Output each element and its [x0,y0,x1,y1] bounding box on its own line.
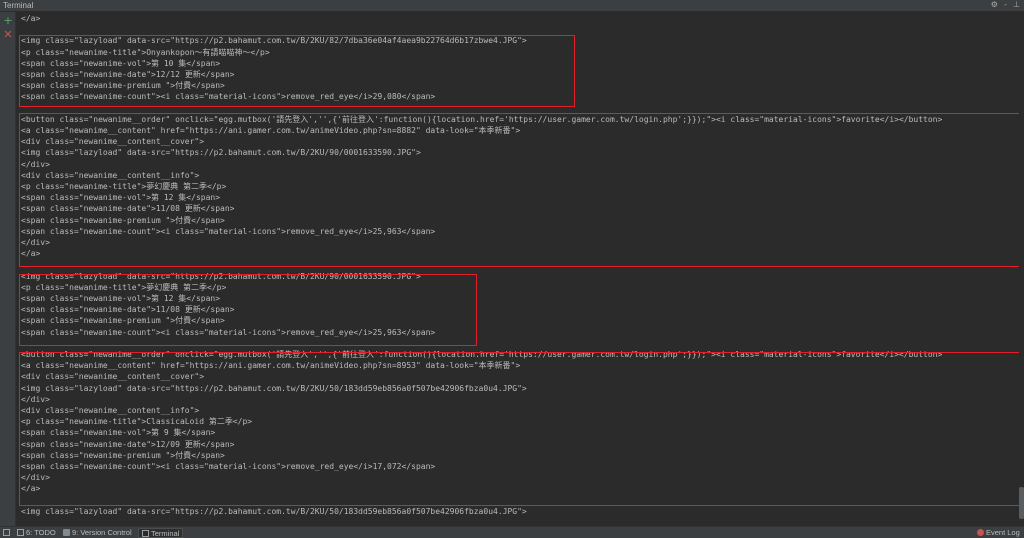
event-log-button[interactable]: Event Log [974,528,1023,538]
event-log-badge-icon [977,529,984,536]
terminal-line: <span class="newanime-count"><i class="m… [21,226,436,236]
event-log-label: Event Log [986,528,1020,537]
new-session-plus-icon[interactable]: + [3,15,13,26]
terminal-line: </div> [21,159,50,169]
close-session-icon[interactable]: ✕ [3,29,13,40]
header-icons: ⚙ - ⊥ [987,0,1020,9]
terminal-line: </a> [21,14,41,23]
tool-windows-menu-icon[interactable] [3,529,10,536]
terminal-line: </a> [21,249,41,259]
terminal-line: <a class="newanime__content" href="https… [21,361,521,371]
terminal-line: <div class="newanime__content__info"> [21,170,200,180]
terminal-output[interactable]: <img class="lazyload" data-src="https://… [17,12,1019,526]
tool-window-title: Terminal [3,1,34,10]
terminal-line: <span class="newanime-count"><i class="m… [21,462,436,471]
scrollbar-thumb[interactable] [1019,487,1024,519]
terminal-toolbar: + ✕ [0,12,16,526]
tool-window-header: Terminal ⚙ - ⊥ [0,0,1024,12]
terminal-line: <span class="newanime-premium ">付費</span… [21,316,225,326]
tab-version-control[interactable]: 9: Version Control [60,528,135,538]
terminal-line: <p class="newanime-title">ClassicaLoid 第… [21,417,253,427]
terminal-line: <a class="newanime__content" href="https… [21,126,521,135]
tab-version-control-label: 9: Version Control [72,528,132,537]
terminal-line: <div class="newanime__content__cover"> [21,137,205,147]
terminal-line: <span class="newanime-count"><i class="m… [21,92,436,102]
terminal-line: <span class="newanime-vol">第 10 集</span> [21,58,221,68]
terminal-line: <span class="newanime-premium ">付費</span… [21,215,225,225]
minimize-icon[interactable]: - [1004,0,1007,9]
version-control-icon [63,529,70,536]
tab-terminal[interactable]: Terminal [138,528,184,538]
terminal-line: <img class="lazyload" data-src="https://… [21,506,527,516]
terminal-line: <span class="newanime-premium ">付費</span… [21,450,225,460]
terminal-line: <span class="newanime-vol">第 12 集</span> [21,294,221,303]
terminal-line: <div class="newanime__content__info"> [21,406,200,415]
terminal-line: <span class="newanime-date">11/08 更新</sp… [21,204,235,214]
vertical-scrollbar[interactable] [1019,12,1024,526]
terminal-line: <p class="newanime-title">Onyankopon～有請喵… [21,47,270,57]
terminal-line: <button class="newanime__order" onclick=… [21,350,943,359]
terminal-line: <span class="newanime-date">11/08 更新</sp… [21,305,235,315]
terminal-line: </div> [21,473,50,483]
terminal-line: <img class="lazyload" data-src="https://… [21,271,421,281]
terminal-line: <img class="lazyload" data-src="https://… [21,36,527,46]
gear-icon[interactable]: ⚙ [991,0,998,9]
terminal-line: <img class="lazyload" data-src="https://… [21,148,421,158]
terminal-line: <span class="newanime-date">12/12 更新</sp… [21,70,235,79]
terminal-line: <img class="lazyload" data-src="https://… [21,383,527,393]
terminal-line: <div class="newanime__content__cover"> [21,372,205,382]
terminal-icon [142,530,149,537]
terminal-line: <span class="newanime-count"><i class="m… [21,327,436,337]
tab-todo-label: 6: TODO [26,528,56,537]
terminal-line: <p class="newanime-title">夢幻慶典 第二季</p> [21,282,227,292]
terminal-line: <p class="newanime-title">夢幻慶典 第二季</p> [21,182,227,191]
terminal-line: </div> [21,394,50,404]
todo-icon [17,529,24,536]
terminal-line: <span class="newanime-vol">第 9 集</span> [21,428,216,438]
terminal-line: <span class="newanime-premium ">付費</span… [21,81,225,91]
terminal-line: <span class="newanime-vol">第 12 集</span> [21,193,221,203]
terminal-line: </div> [21,238,50,247]
hide-icon[interactable]: ⊥ [1013,0,1020,9]
tab-todo[interactable]: 6: TODO [14,528,59,538]
tab-terminal-label: Terminal [151,529,180,538]
terminal-line: <span class="newanime-date">12/09 更新</sp… [21,439,235,449]
bottom-tool-bar: 6: TODO 9: Version Control Terminal Even… [0,526,1024,538]
terminal-line: </a> [21,484,41,494]
terminal-line: <button class="newanime__order" onclick=… [21,114,943,124]
